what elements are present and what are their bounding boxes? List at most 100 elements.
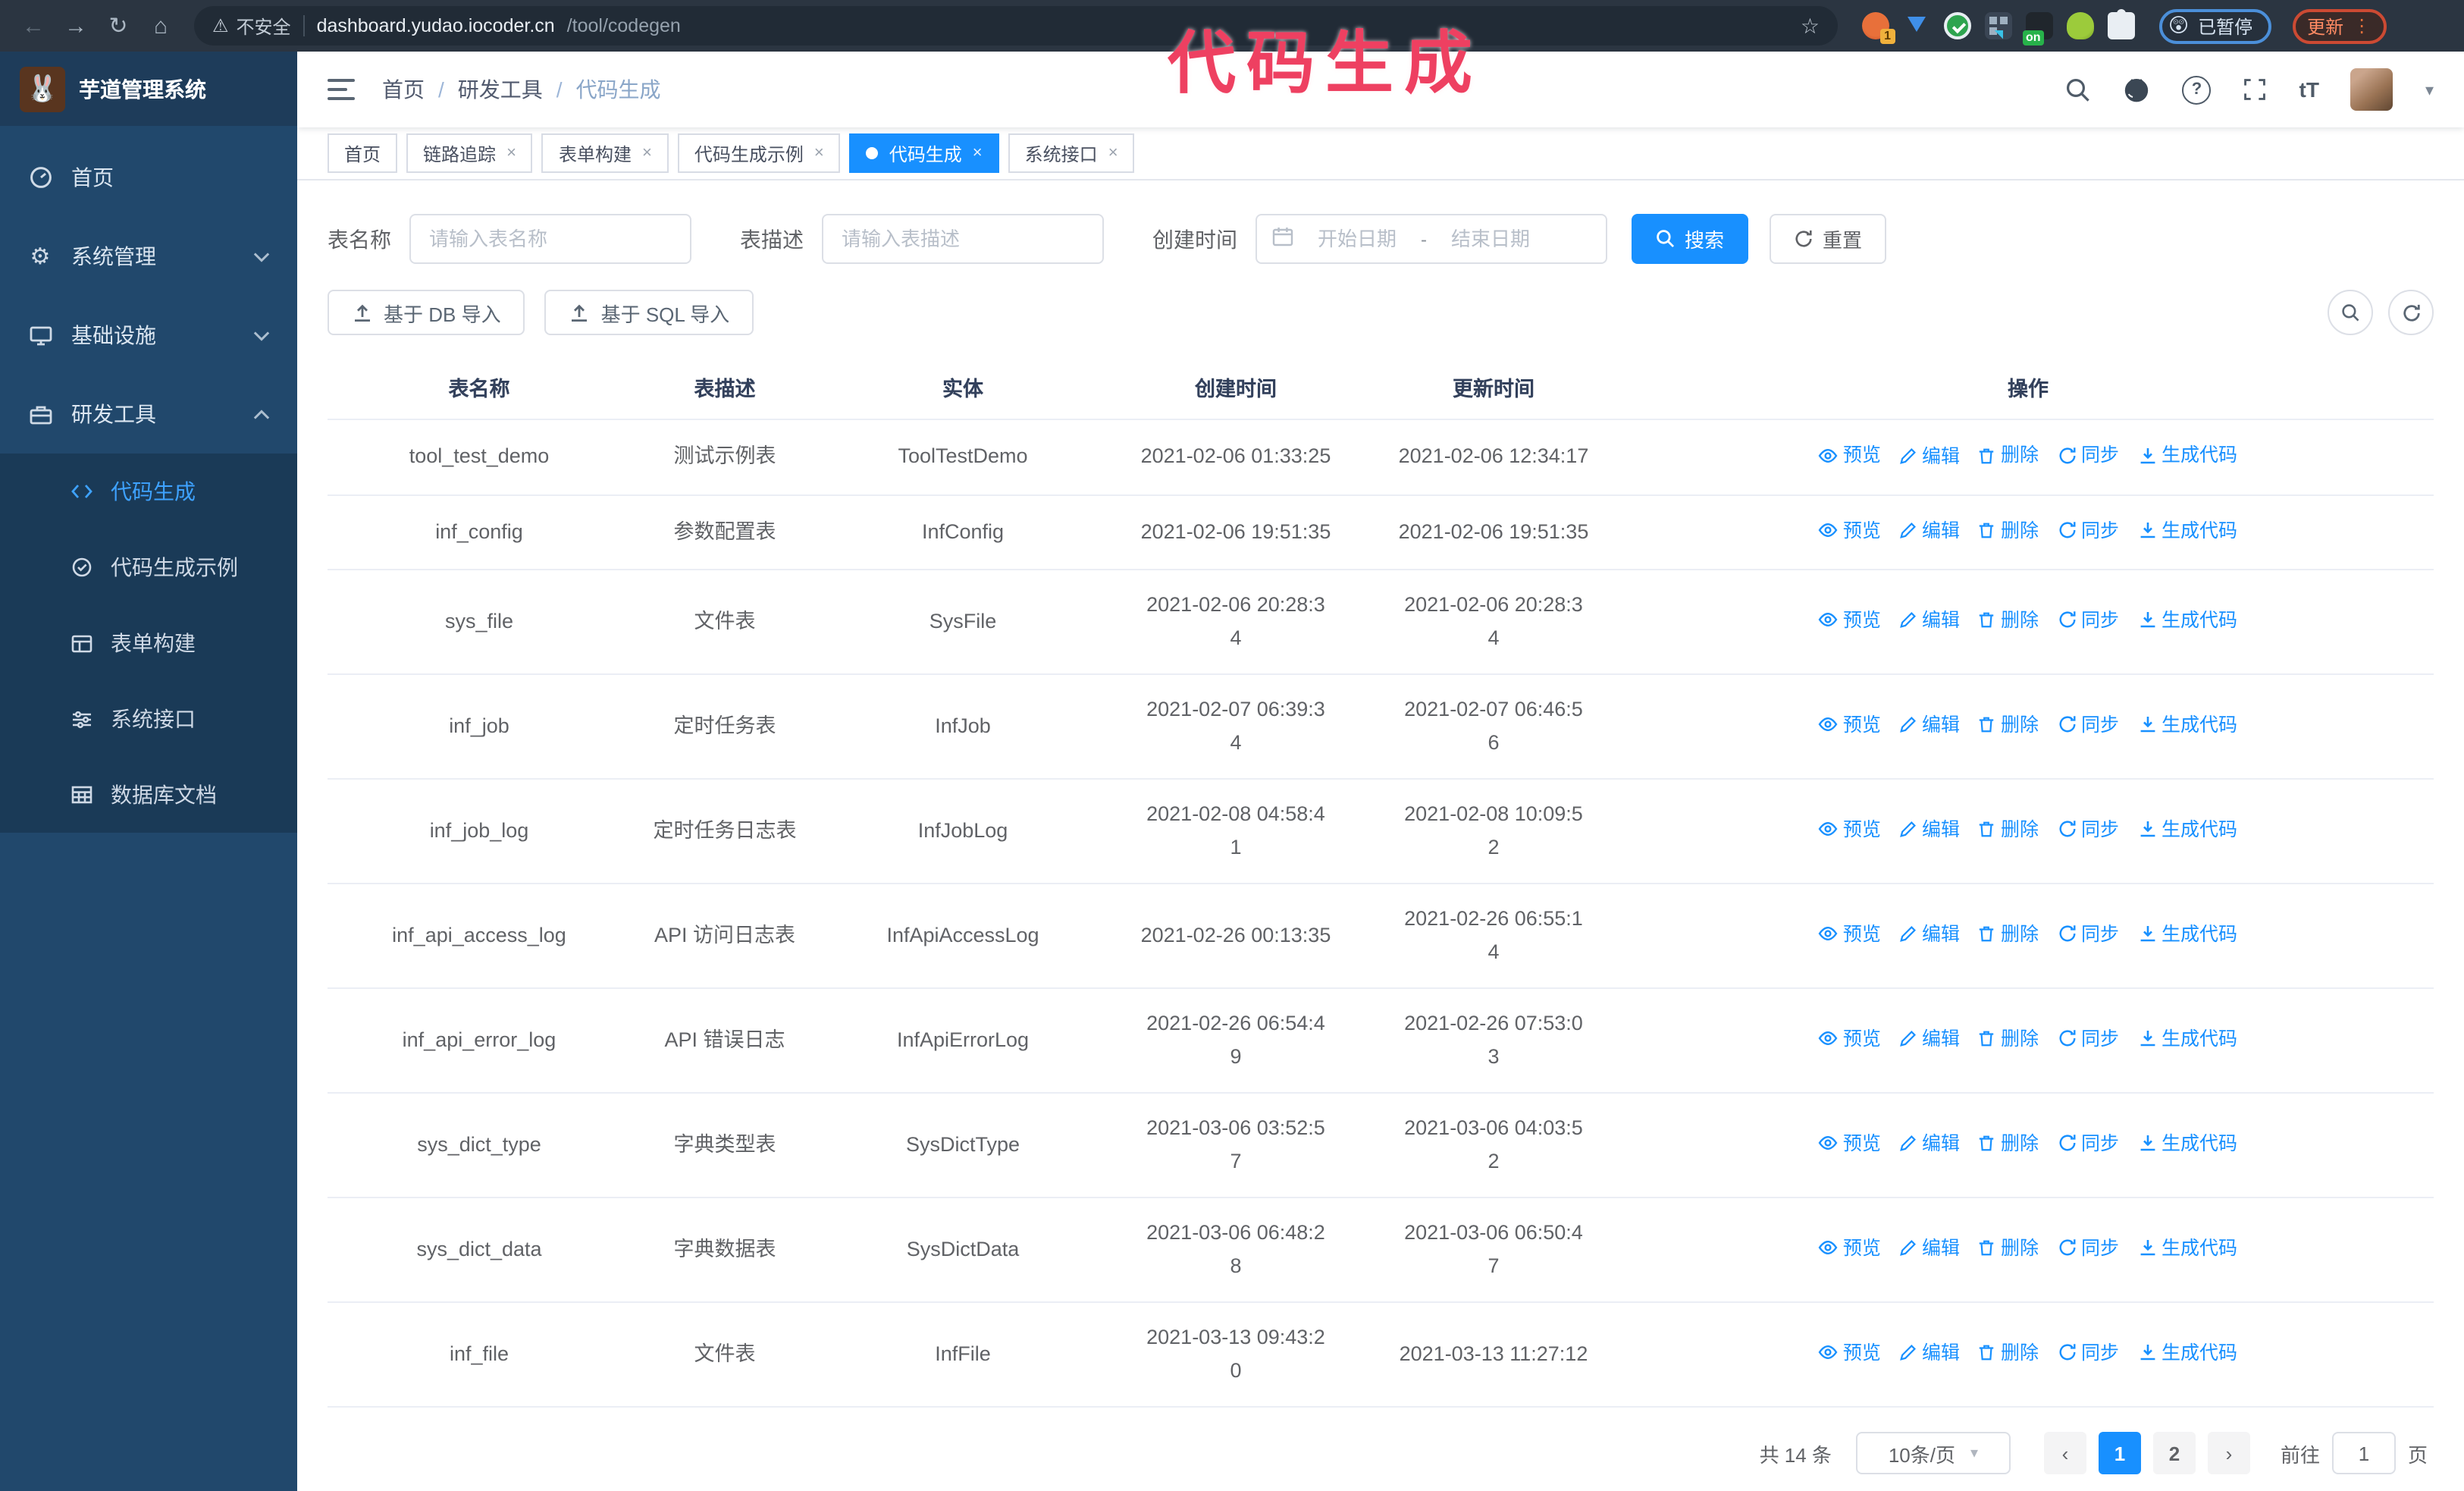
preview-link[interactable]: 预览	[1819, 438, 1881, 472]
refresh-table-button[interactable]	[2388, 290, 2434, 335]
avatar-caret-icon[interactable]: ▾	[2425, 80, 2434, 99]
tab-form-builder[interactable]: 表单构建 ×	[541, 133, 669, 173]
sync-link[interactable]: 同步	[2057, 604, 2119, 637]
sync-link[interactable]: 同步	[2057, 438, 2119, 472]
user-avatar[interactable]	[2350, 68, 2393, 111]
generate-code-link[interactable]: 生成代码	[2137, 438, 2237, 472]
import-sql-button[interactable]: 基于 SQL 导入	[544, 290, 754, 335]
edit-link[interactable]: 编辑	[1899, 1023, 1960, 1056]
update-browser-button[interactable]: 更新 ⋮	[2292, 8, 2387, 43]
generate-code-link[interactable]: 生成代码	[2137, 708, 2237, 742]
sidebar-item-home[interactable]: 首页	[0, 138, 297, 217]
sidebar-item-codegen[interactable]: 代码生成	[0, 454, 297, 529]
import-db-button[interactable]: 基于 DB 导入	[328, 290, 525, 335]
preview-link[interactable]: 预览	[1819, 1127, 1881, 1160]
fullscreen-icon[interactable]	[2243, 77, 2268, 102]
sync-link[interactable]: 同步	[2057, 1022, 2119, 1056]
preview-link[interactable]: 预览	[1819, 604, 1881, 637]
tab-close-icon[interactable]: ×	[814, 144, 824, 162]
tab-codegen[interactable]: 代码生成 ×	[849, 133, 999, 173]
edit-link[interactable]: 编辑	[1899, 514, 1960, 548]
generate-code-link[interactable]: 生成代码	[2137, 918, 2237, 951]
edit-link[interactable]: 编辑	[1899, 814, 1960, 847]
extensions-puzzle-icon[interactable]	[2108, 9, 2135, 39]
generate-code-link[interactable]: 生成代码	[2137, 813, 2237, 846]
sidebar-item-infrastructure[interactable]: 基础设施	[0, 296, 297, 375]
github-icon[interactable]	[2124, 76, 2151, 103]
tab-close-icon[interactable]: ×	[642, 144, 652, 162]
sidebar-item-db-doc[interactable]: 数据库文档	[0, 757, 297, 833]
extension-icon-5[interactable]: on	[2023, 12, 2053, 46]
delete-link[interactable]: 删除	[1978, 1336, 2039, 1370]
page-button-1[interactable]: 1	[2098, 1432, 2141, 1474]
edit-link[interactable]: 编辑	[1899, 439, 1960, 472]
generate-code-link[interactable]: 生成代码	[2137, 1127, 2237, 1160]
generate-code-link[interactable]: 生成代码	[2137, 1022, 2237, 1056]
app-logo[interactable]: 🐰 芋道管理系统	[0, 52, 297, 126]
delete-link[interactable]: 删除	[1978, 708, 2039, 742]
delete-link[interactable]: 删除	[1978, 1022, 2039, 1056]
extension-icon-6[interactable]	[2067, 12, 2094, 39]
sidebar-item-form-builder[interactable]: 表单构建	[0, 605, 297, 681]
browser-menu-dots-icon[interactable]: ⋮	[2353, 15, 2371, 36]
delete-link[interactable]: 删除	[1978, 918, 2039, 951]
preview-link[interactable]: 预览	[1819, 813, 1881, 846]
tab-codegen-example[interactable]: 代码生成示例 ×	[677, 133, 841, 173]
generate-code-link[interactable]: 生成代码	[2137, 1336, 2237, 1370]
paused-badge[interactable]: 😲 已暂停	[2159, 8, 2271, 43]
hamburger-icon[interactable]	[328, 79, 355, 100]
tab-tracing[interactable]: 链路追踪 ×	[406, 133, 533, 173]
preview-link[interactable]: 预览	[1819, 1336, 1881, 1370]
edit-link[interactable]: 编辑	[1899, 604, 1960, 638]
browser-back-icon[interactable]: ←	[15, 8, 52, 44]
tab-close-icon[interactable]: ×	[973, 144, 983, 162]
sync-link[interactable]: 同步	[2057, 513, 2119, 547]
sync-link[interactable]: 同步	[2057, 1232, 2119, 1265]
extension-icon-1[interactable]: 1	[1862, 12, 1895, 44]
search-button[interactable]: 搜索	[1632, 214, 1749, 264]
browser-reload-icon[interactable]: ↻	[100, 8, 136, 44]
delete-link[interactable]: 删除	[1978, 604, 2039, 637]
extension-icon-2[interactable]	[1903, 12, 1930, 39]
address-bar[interactable]: ⚠ 不安全 dashboard.yudao.iocoder.cn /tool/c…	[194, 6, 1838, 46]
preview-link[interactable]: 预览	[1819, 1232, 1881, 1265]
generate-code-link[interactable]: 生成代码	[2137, 513, 2237, 547]
edit-link[interactable]: 编辑	[1899, 709, 1960, 742]
sidebar-item-system[interactable]: ⚙ 系统管理	[0, 217, 297, 296]
search-icon[interactable]	[2066, 77, 2092, 102]
preview-link[interactable]: 预览	[1819, 708, 1881, 742]
sync-link[interactable]: 同步	[2057, 918, 2119, 951]
delete-link[interactable]: 删除	[1978, 513, 2039, 547]
sync-link[interactable]: 同步	[2057, 1127, 2119, 1160]
delete-link[interactable]: 删除	[1978, 1127, 2039, 1160]
date-range-picker[interactable]: -	[1256, 214, 1607, 264]
start-date-input[interactable]	[1303, 228, 1412, 250]
tab-home[interactable]: 首页	[328, 133, 398, 173]
prev-page-button[interactable]: ‹	[2043, 1432, 2086, 1474]
preview-link[interactable]: 预览	[1819, 918, 1881, 951]
goto-page-input[interactable]	[2331, 1432, 2396, 1474]
table-name-input[interactable]	[409, 214, 691, 264]
table-desc-input[interactable]	[822, 214, 1104, 264]
sidebar-item-codegen-example[interactable]: 代码生成示例	[0, 529, 297, 605]
delete-link[interactable]: 删除	[1978, 438, 2039, 472]
generate-code-link[interactable]: 生成代码	[2137, 604, 2237, 637]
breadcrumb-item[interactable]: 首页	[382, 74, 425, 105]
next-page-button[interactable]: ›	[2207, 1432, 2250, 1474]
extension-icon-3[interactable]	[1944, 12, 1971, 39]
bookmark-star-icon[interactable]: ☆	[1801, 13, 1820, 39]
edit-link[interactable]: 编辑	[1899, 918, 1960, 952]
page-size-select[interactable]: 10条/页 ▾	[1855, 1432, 2011, 1474]
end-date-input[interactable]	[1436, 228, 1545, 250]
sync-link[interactable]: 同步	[2057, 708, 2119, 742]
sidebar-item-devtools[interactable]: 研发工具	[0, 375, 297, 454]
edit-link[interactable]: 编辑	[1899, 1337, 1960, 1370]
edit-link[interactable]: 编辑	[1899, 1128, 1960, 1161]
delete-link[interactable]: 删除	[1978, 813, 2039, 846]
browser-home-icon[interactable]: ⌂	[143, 8, 179, 44]
page-button-2[interactable]: 2	[2152, 1432, 2196, 1474]
sidebar-item-system-api[interactable]: 系统接口	[0, 681, 297, 757]
tab-close-icon[interactable]: ×	[506, 144, 516, 162]
sync-link[interactable]: 同步	[2057, 813, 2119, 846]
sync-link[interactable]: 同步	[2057, 1336, 2119, 1370]
